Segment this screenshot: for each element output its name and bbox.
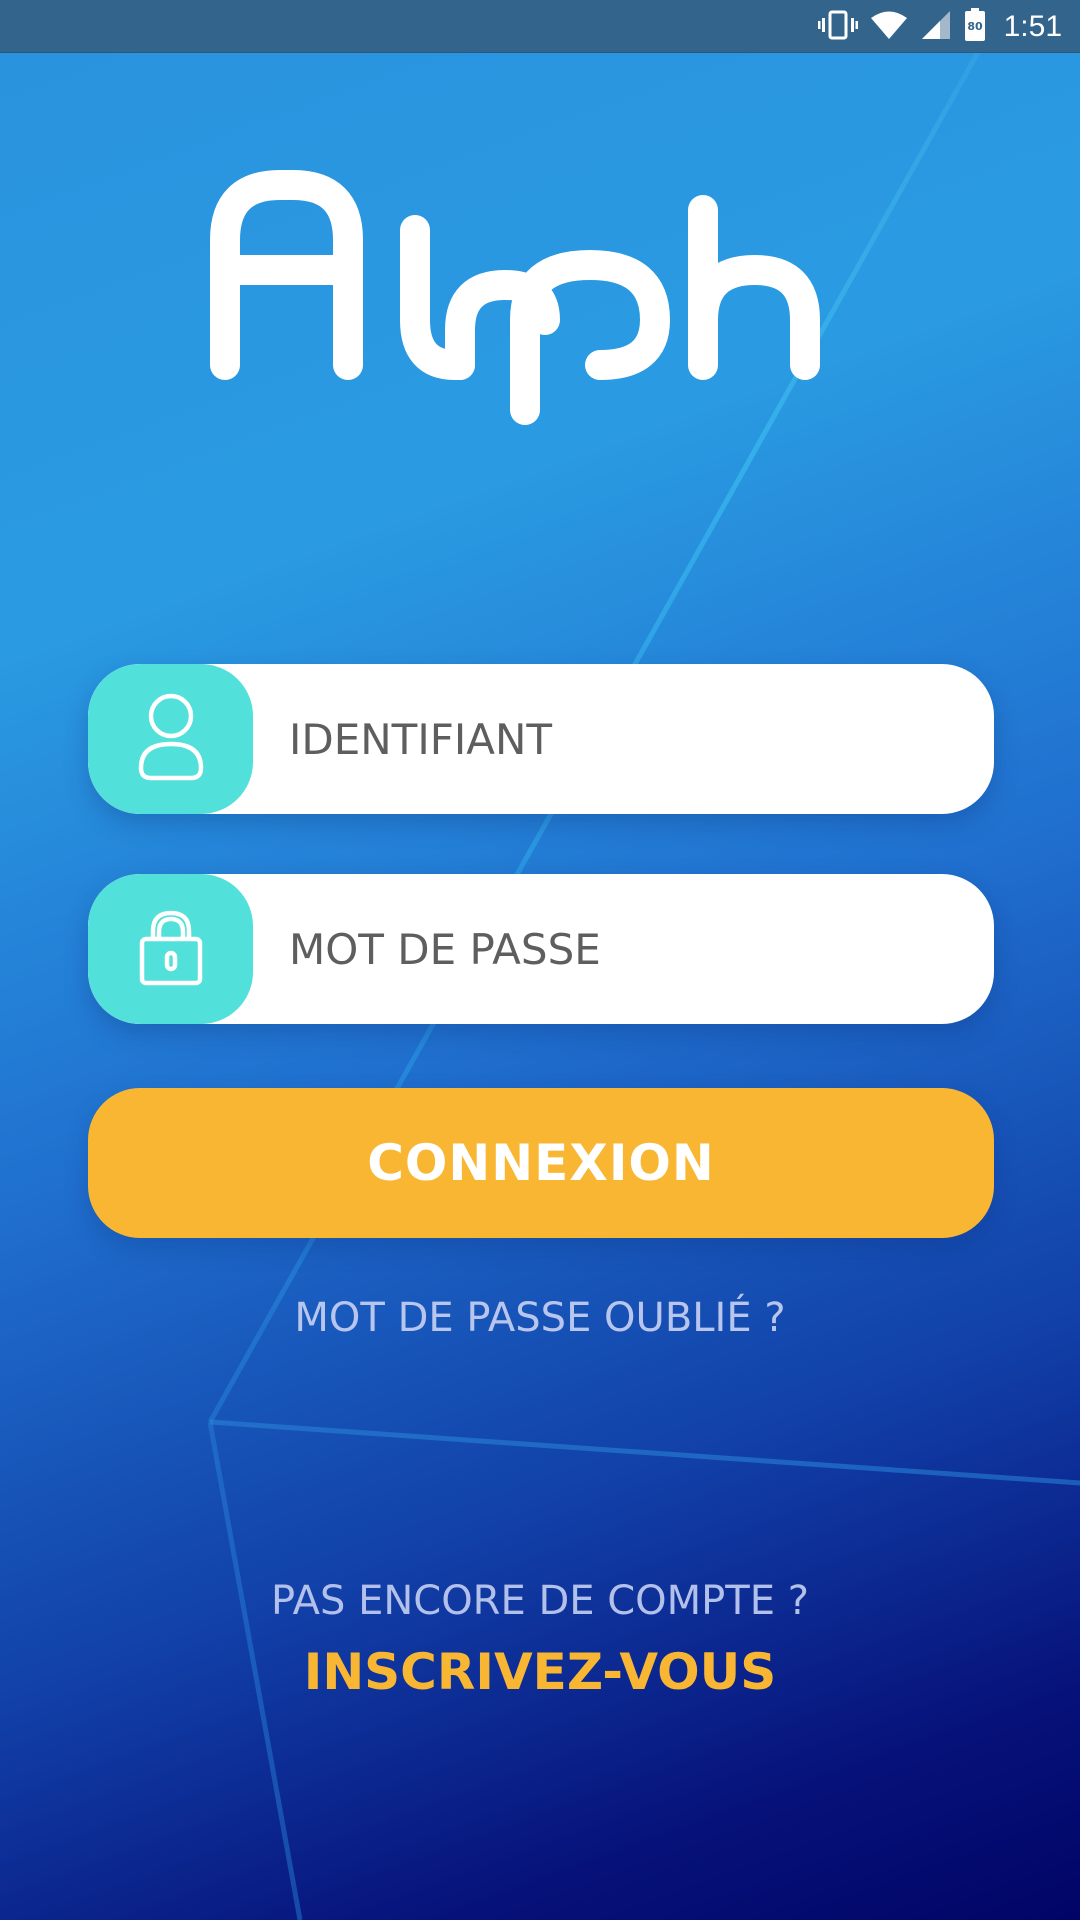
status-time: 1:51 [1003,9,1062,43]
lock-icon-container [88,874,253,1024]
login-button[interactable]: CONNEXION [88,1088,994,1238]
cell-signal-icon [920,9,952,45]
lock-icon [138,907,204,991]
alpha-logo [205,170,875,445]
username-field[interactable] [88,664,994,814]
battery-icon: 80 [964,7,986,46]
wifi-icon [870,9,908,45]
user-icon [137,692,205,786]
no-account-text: PAS ENCORE DE COMPTE ? [271,1578,809,1624]
user-icon-container [88,664,253,814]
forgot-password-link[interactable]: MOT DE PASSE OUBLIÉ ? [0,1295,1080,1341]
password-input[interactable] [253,874,994,1024]
username-input[interactable] [253,664,994,814]
battery-level: 80 [967,20,983,33]
vibrate-icon [817,9,858,45]
signup-link[interactable]: INSCRIVEZ-VOUS [0,1643,1080,1701]
status-bar: 80 1:51 [0,0,1080,53]
password-field[interactable] [88,874,994,1024]
